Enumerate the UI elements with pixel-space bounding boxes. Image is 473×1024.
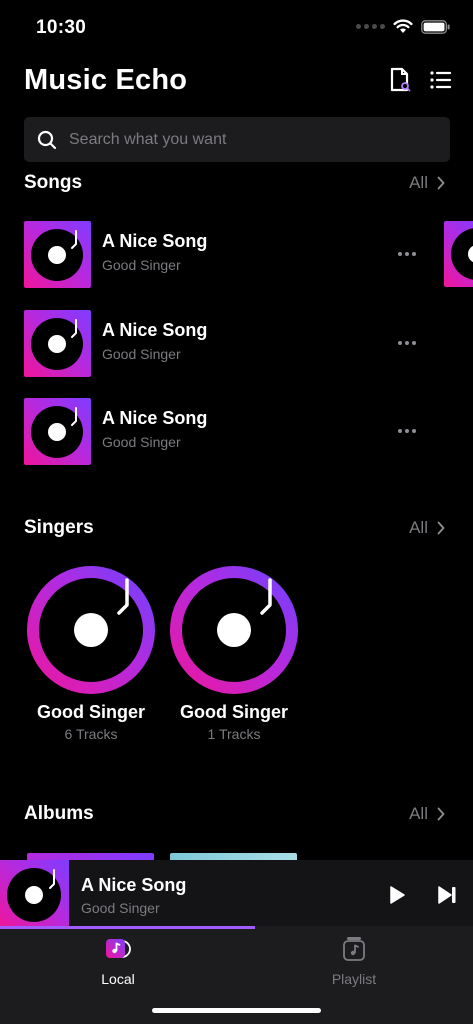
now-playing-title: A Nice Song <box>81 875 187 895</box>
song-title: A Nice Song <box>102 231 208 251</box>
vinyl-record-icon <box>31 318 83 370</box>
home-indicator[interactable] <box>152 1008 321 1013</box>
songs-all-label: All <box>409 173 428 192</box>
song-title: A Nice Song <box>102 320 208 340</box>
document-search-icon[interactable] <box>386 66 414 94</box>
search-bar[interactable] <box>24 117 450 162</box>
now-playing-cover <box>0 860 69 929</box>
now-playing-artist: Good Singer <box>81 900 160 916</box>
more-options-icon[interactable] <box>398 338 418 348</box>
mini-player[interactable]: A Nice Song Good Singer <box>0 860 473 929</box>
status-bar: 10:30 <box>0 0 473 56</box>
song-cover-art <box>24 310 91 377</box>
chevron-right-icon <box>437 176 445 190</box>
battery-icon <box>421 19 450 34</box>
play-icon[interactable] <box>385 884 407 906</box>
wifi-icon <box>393 19 413 33</box>
list-menu-icon[interactable] <box>427 66 455 94</box>
vinyl-record-icon <box>31 229 83 281</box>
more-options-icon[interactable] <box>398 249 418 259</box>
albums-section-title: Albums <box>24 803 94 824</box>
singers-all-label: All <box>409 518 428 537</box>
singer-name: Good Singer <box>180 702 288 722</box>
skip-next-icon[interactable] <box>436 884 458 906</box>
vinyl-record-icon <box>451 228 473 280</box>
vinyl-record-icon <box>31 406 83 458</box>
vinyl-record-icon <box>7 868 61 922</box>
search-input[interactable] <box>69 130 409 149</box>
song-artist: Good Singer <box>102 257 181 273</box>
page-title: Music Echo <box>24 64 188 96</box>
singers-section-title: Singers <box>24 517 94 538</box>
cellular-signal-icon <box>356 24 385 29</box>
songs-section-title: Songs <box>24 172 83 193</box>
status-icons <box>356 19 451 34</box>
song-title: A Nice Song <box>102 408 208 428</box>
tab-playlist[interactable]: Playlist <box>294 935 414 995</box>
albums-all-label: All <box>409 804 428 823</box>
tab-label: Playlist <box>331 971 377 987</box>
tab-local[interactable]: Local <box>58 935 178 995</box>
song-list-item[interactable]: A Nice Song Good Singer <box>24 310 434 377</box>
song-cover-art-peek[interactable] <box>444 221 473 287</box>
more-options-icon[interactable] <box>398 426 418 436</box>
song-cover-art <box>24 398 91 465</box>
singer-avatar-icon <box>170 566 298 694</box>
singer-avatar-icon <box>27 566 155 694</box>
search-icon <box>37 130 57 149</box>
chevron-right-icon <box>437 807 445 821</box>
app-header: Music Echo <box>24 60 452 104</box>
playlist-note-icon <box>343 937 365 961</box>
song-artist: Good Singer <box>102 434 181 450</box>
song-list-item[interactable]: A Nice Song Good Singer <box>24 221 434 288</box>
tab-label: Local <box>101 971 135 987</box>
singers-all-link[interactable]: All <box>409 518 445 538</box>
song-cover-art <box>24 221 91 288</box>
singer-card[interactable]: Good Singer 1 Tracks <box>170 566 298 742</box>
albums-all-link[interactable]: All <box>409 804 445 824</box>
singer-track-count: 1 Tracks <box>207 726 261 742</box>
song-artist: Good Singer <box>102 346 181 362</box>
music-note-disc-icon <box>106 939 131 958</box>
songs-all-link[interactable]: All <box>409 173 445 193</box>
singer-card[interactable]: Good Singer 6 Tracks <box>27 566 155 742</box>
song-list-item[interactable]: A Nice Song Good Singer <box>24 398 434 465</box>
status-time: 10:30 <box>36 17 87 38</box>
chevron-right-icon <box>437 521 445 535</box>
